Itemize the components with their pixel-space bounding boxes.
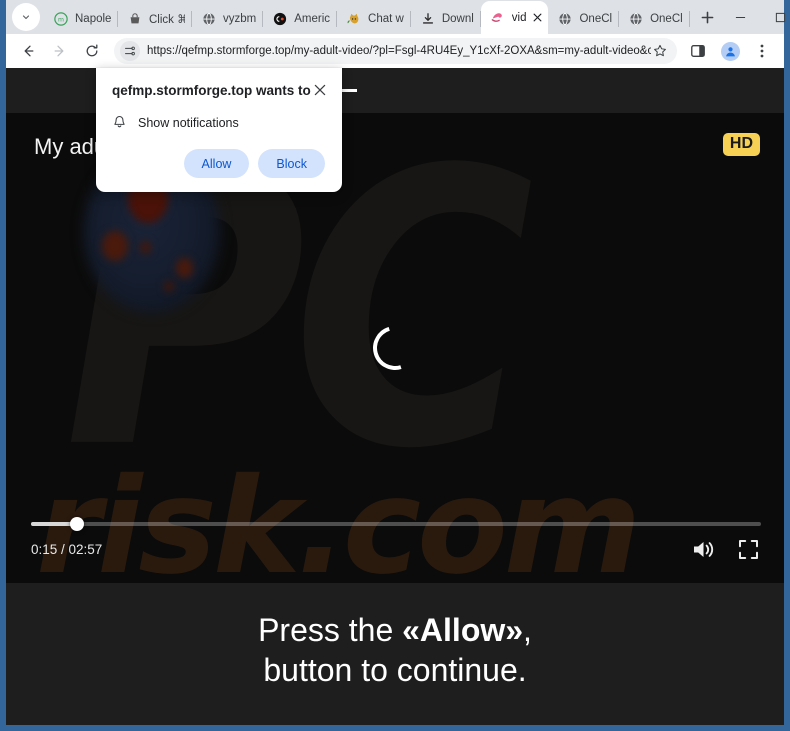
permission-title: qefmp.stormforge.top wants to — [112, 83, 311, 98]
basket-icon — [127, 11, 143, 27]
window-controls — [721, 3, 790, 34]
tune-icon[interactable] — [120, 41, 140, 61]
forward-button[interactable] — [46, 37, 74, 65]
cat-icon — [346, 11, 362, 27]
side-panel-button[interactable] — [684, 37, 712, 65]
player-right-controls — [692, 539, 759, 560]
video-frame-dot — [176, 258, 193, 278]
plus-icon — [701, 11, 714, 23]
bell-icon — [114, 115, 125, 128]
tab-separator — [688, 11, 690, 27]
tab-click[interactable]: Click ⌘/ — [118, 3, 192, 34]
profile-avatar-icon — [720, 41, 740, 61]
cta-line-2: button to continue. — [263, 652, 527, 688]
browser-window: m Napole Click ⌘/ vyzbm Americ — [0, 0, 790, 731]
tab-vyzbm[interactable]: vyzbm — [192, 3, 264, 34]
close-icon — [534, 13, 542, 22]
globe-icon — [557, 11, 573, 27]
new-tab-button[interactable] — [695, 4, 721, 30]
tab-strip: m Napole Click ⌘/ vyzbm Americ — [6, 0, 786, 34]
ca-black-icon — [272, 11, 288, 27]
tab-label: Napole — [75, 12, 111, 25]
close-icon — [314, 84, 325, 96]
download-icon — [420, 11, 436, 27]
fullscreen-button[interactable] — [738, 539, 759, 560]
globe-icon — [628, 11, 644, 27]
three-dot-menu-icon — [760, 44, 764, 58]
minimize-button[interactable] — [721, 3, 761, 31]
maximize-button[interactable] — [761, 3, 790, 31]
time-display: 0:15 / 02:57 — [31, 542, 103, 557]
chevron-down-icon — [22, 15, 30, 20]
tab-download[interactable]: Downl — [411, 3, 481, 34]
tab-onecl-2[interactable]: OneCl — [619, 3, 690, 34]
tab-onecl-1[interactable]: OneCl — [548, 3, 620, 34]
address-bar[interactable]: https://qefmp.stormforge.top/my-adult-vi… — [114, 38, 677, 64]
progress-bar[interactable] — [31, 517, 761, 531]
browser-toolbar: https://qefmp.stormforge.top/my-adult-vi… — [6, 34, 784, 68]
cta-suffix: , — [523, 612, 532, 648]
video-frame-dot — [164, 281, 174, 292]
tab-label: vid — [511, 11, 527, 24]
tab-label: Americ — [294, 12, 331, 25]
cta-prefix: Press the — [258, 612, 403, 648]
call-to-action: Press the «Allow», button to continue. — [6, 583, 784, 725]
hd-badge: HD — [722, 133, 760, 156]
fullscreen-icon — [739, 540, 758, 559]
permission-actions: Allow Block — [96, 130, 342, 178]
block-button[interactable]: Block — [258, 149, 325, 178]
tab-napole[interactable]: m Napole — [44, 3, 118, 34]
allow-button[interactable]: Allow — [183, 149, 250, 178]
tab-label: Downl — [441, 12, 474, 25]
profile-button[interactable] — [716, 37, 744, 65]
side-panel-icon — [691, 45, 705, 57]
tab-label: vyzbm — [223, 12, 257, 25]
player-controls: 0:15 / 02:57 — [6, 511, 784, 583]
notification-permission-bubble: qefmp.stormforge.top wants to Show notif… — [96, 68, 342, 192]
tab-label: OneCl — [650, 12, 683, 25]
permission-close-button[interactable] — [311, 81, 329, 99]
tab-label: OneCl — [579, 12, 613, 25]
permission-request-row: Show notifications — [96, 100, 342, 130]
minimize-icon — [736, 16, 746, 18]
maximize-icon — [776, 12, 786, 22]
progress-thumb[interactable] — [69, 517, 84, 531]
pink-video-icon — [490, 10, 506, 26]
video-frame-dot — [102, 231, 128, 261]
chrome-menu-button[interactable] — [748, 37, 776, 65]
volume-button[interactable] — [692, 539, 716, 560]
reload-icon — [86, 44, 98, 57]
volume-on-icon — [694, 542, 714, 557]
permission-request-label: Show notifications — [138, 115, 239, 130]
cta-emphasis: «Allow» — [402, 612, 524, 648]
tab-chat[interactable]: Chat w — [337, 3, 411, 34]
video-frame-dot — [140, 241, 151, 254]
tab-search-button[interactable] — [12, 3, 40, 31]
bookmark-star-icon[interactable] — [651, 42, 669, 60]
permission-header: qefmp.stormforge.top wants to — [96, 82, 342, 100]
tab-vid-active[interactable]: vid — [480, 1, 549, 34]
url-text: https://qefmp.stormforge.top/my-adult-vi… — [147, 45, 651, 57]
m-green-icon: m — [53, 11, 69, 27]
back-arrow-icon — [24, 45, 34, 57]
tab-label: Chat w — [368, 12, 404, 25]
tab-americ[interactable]: Americ — [263, 3, 338, 34]
forward-arrow-icon — [54, 45, 64, 57]
globe-icon — [201, 11, 217, 27]
cta-line-1: Press the «Allow», — [258, 610, 532, 650]
tab-close-button[interactable] — [530, 10, 545, 25]
reload-button[interactable] — [78, 37, 106, 65]
back-button[interactable] — [14, 37, 42, 65]
svg-text:m: m — [58, 16, 64, 23]
tab-label: Click ⌘/ — [149, 13, 185, 26]
